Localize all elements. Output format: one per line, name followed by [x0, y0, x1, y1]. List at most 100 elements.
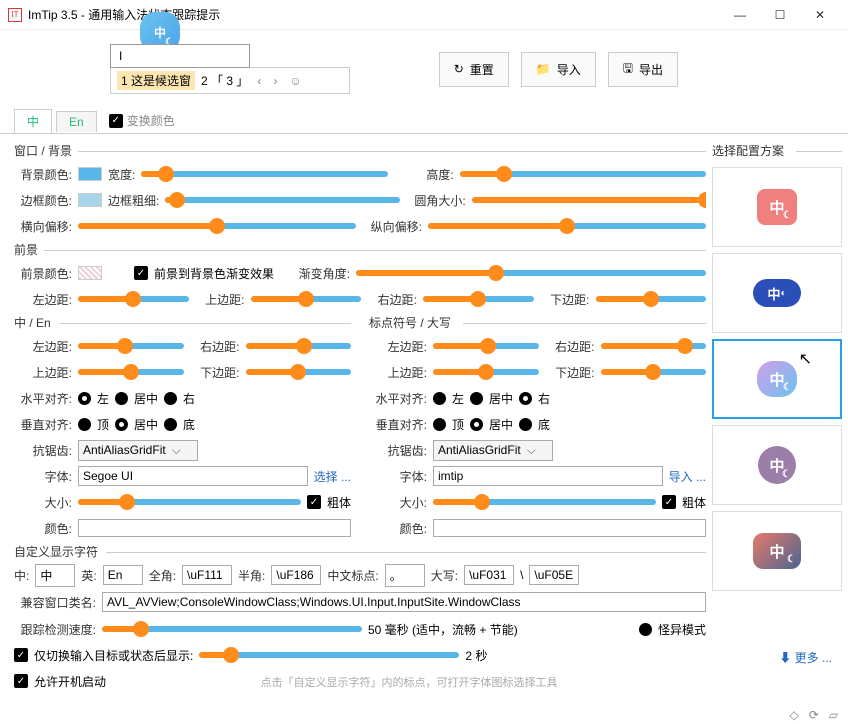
- label-p-antialias: 抗锯齿:: [369, 442, 427, 459]
- tab-en[interactable]: En: [56, 111, 97, 132]
- antialias-select[interactable]: AntiAliasGridFit: [78, 440, 198, 461]
- next-page-icon[interactable]: ›: [270, 74, 280, 88]
- bg-color-swatch[interactable]: [78, 167, 102, 181]
- bold-checkbox[interactable]: [307, 495, 321, 509]
- zh-top-slider[interactable]: [78, 369, 184, 375]
- font-input[interactable]: Segoe UI: [78, 466, 308, 486]
- label-corner: 圆角大小:: [406, 192, 466, 209]
- fg-color-swatch[interactable]: [78, 266, 102, 280]
- scheme-2[interactable]: 中 ◐: [712, 253, 842, 333]
- right-slider[interactable]: [423, 296, 534, 302]
- maximize-button[interactable]: ☐: [760, 0, 800, 30]
- gradient-checkbox[interactable]: [134, 266, 148, 280]
- label-zh-top: 上边距:: [14, 364, 72, 381]
- scheme-4[interactable]: 中☾: [712, 425, 842, 505]
- radio-right[interactable]: [164, 392, 177, 405]
- custom-caps1-input[interactable]: \uF031: [464, 565, 514, 585]
- height-slider[interactable]: [460, 171, 706, 177]
- corner-slider[interactable]: [472, 197, 706, 203]
- top-slider[interactable]: [251, 296, 362, 302]
- import-font-link[interactable]: 导入 ...: [669, 468, 706, 485]
- scheme-3[interactable]: 中☾ ↖: [712, 339, 842, 419]
- p-size-slider[interactable]: [433, 499, 656, 505]
- size-slider[interactable]: [78, 499, 301, 505]
- p-radio-top[interactable]: [433, 418, 446, 431]
- voff-slider[interactable]: [428, 223, 706, 229]
- color-input[interactable]: [78, 519, 351, 537]
- switch-only-checkbox[interactable]: [14, 648, 28, 662]
- custom-full-input[interactable]: \uF111: [182, 565, 232, 585]
- p-font-input[interactable]: imtip: [433, 466, 663, 486]
- radio-bottom[interactable]: [164, 418, 177, 431]
- custom-half-input[interactable]: \uF186: [271, 565, 321, 585]
- zh-left-slider[interactable]: [78, 343, 184, 349]
- candidate-input[interactable]: I: [110, 44, 250, 68]
- label-p-size: 大小:: [369, 494, 427, 511]
- p-radio-vcenter[interactable]: [470, 418, 483, 431]
- label-zh-left: 左边距:: [14, 338, 72, 355]
- track-speed-slider[interactable]: [102, 626, 362, 632]
- label-zh-bottom: 下边距:: [190, 364, 240, 381]
- label-custom-zh: 中:: [14, 567, 29, 584]
- label-left-margin: 左边距:: [14, 291, 72, 308]
- p-left-slider[interactable]: [433, 343, 539, 349]
- swap-color-toggle[interactable]: 变换颜色: [109, 112, 175, 129]
- p-radio-center[interactable]: [470, 392, 483, 405]
- custom-zh-input[interactable]: 中: [35, 564, 75, 587]
- candidate-alt[interactable]: 2 「 3 」: [201, 72, 248, 89]
- label-custom-en: 英:: [81, 567, 96, 584]
- prev-page-icon[interactable]: ‹: [254, 74, 264, 88]
- border-color-swatch[interactable]: [78, 193, 102, 207]
- autostart-checkbox[interactable]: [14, 674, 28, 688]
- close-button[interactable]: ✕: [800, 0, 840, 30]
- p-antialias-select[interactable]: AntiAliasGridFit: [433, 440, 553, 461]
- candidate-selected[interactable]: 1 这是候选窗: [117, 71, 195, 90]
- bottom-slider[interactable]: [596, 296, 707, 302]
- tab-zh[interactable]: 中: [14, 109, 52, 133]
- custom-en-input[interactable]: En: [103, 565, 143, 585]
- emoji-icon[interactable]: ☺: [286, 74, 304, 88]
- radio-vcenter[interactable]: [115, 418, 128, 431]
- radio-left[interactable]: [78, 392, 91, 405]
- p-color-input[interactable]: [433, 519, 706, 537]
- p-right-slider[interactable]: [601, 343, 707, 349]
- label-valign: 垂直对齐:: [14, 416, 72, 433]
- switch-delay-slider[interactable]: [199, 652, 459, 658]
- scheme-5[interactable]: 中☾: [712, 511, 842, 591]
- radio-center[interactable]: [115, 392, 128, 405]
- import-button[interactable]: 📁导入: [521, 52, 596, 87]
- status-icon-1: ◇: [789, 708, 798, 722]
- compat-input[interactable]: AVL_AVView;ConsoleWindowClass;Windows.UI…: [102, 592, 706, 612]
- gradient-angle-slider[interactable]: [356, 270, 706, 276]
- width-slider[interactable]: [141, 171, 387, 177]
- candidate-bar[interactable]: 1 这是候选窗 2 「 3 」 ‹ › ☺: [110, 67, 350, 94]
- footer-hint: 点击「自定义显示字符」内的标点，可打开字体图标选择工具: [112, 674, 706, 690]
- more-link[interactable]: ⬇ 更多 ...: [779, 649, 832, 666]
- label-p-color: 颜色:: [369, 520, 427, 537]
- export-button[interactable]: 🖫导出: [608, 52, 678, 87]
- label-bottom-margin: 下边距:: [540, 291, 590, 308]
- scheme-1[interactable]: 中☾: [712, 167, 842, 247]
- radio-top[interactable]: [78, 418, 91, 431]
- p-radio-right[interactable]: [519, 392, 532, 405]
- label-halign: 水平对齐:: [14, 390, 72, 407]
- left-slider[interactable]: [78, 296, 189, 302]
- zh-bottom-slider[interactable]: [246, 369, 352, 375]
- label-text-color: 颜色:: [14, 520, 72, 537]
- p-radio-left[interactable]: [433, 392, 446, 405]
- reset-button[interactable]: ↻重置: [439, 52, 509, 87]
- label-width: 宽度:: [108, 166, 135, 183]
- border-weight-slider[interactable]: [165, 197, 399, 203]
- p-bottom-slider[interactable]: [601, 369, 707, 375]
- minimize-button[interactable]: —: [720, 0, 760, 30]
- hoff-slider[interactable]: [78, 223, 356, 229]
- p-top-slider[interactable]: [433, 369, 539, 375]
- p-bold-checkbox[interactable]: [662, 495, 676, 509]
- zh-right-slider[interactable]: [246, 343, 352, 349]
- custom-caps2-input[interactable]: \uF05E: [529, 565, 579, 585]
- custom-zhpunct-input[interactable]: 。: [385, 564, 425, 587]
- choose-font-link[interactable]: 选择 ...: [314, 468, 351, 485]
- weird-mode-checkbox[interactable]: [639, 623, 652, 636]
- p-radio-bottom[interactable]: [519, 418, 532, 431]
- label-fg-color: 前景颜色:: [14, 265, 72, 282]
